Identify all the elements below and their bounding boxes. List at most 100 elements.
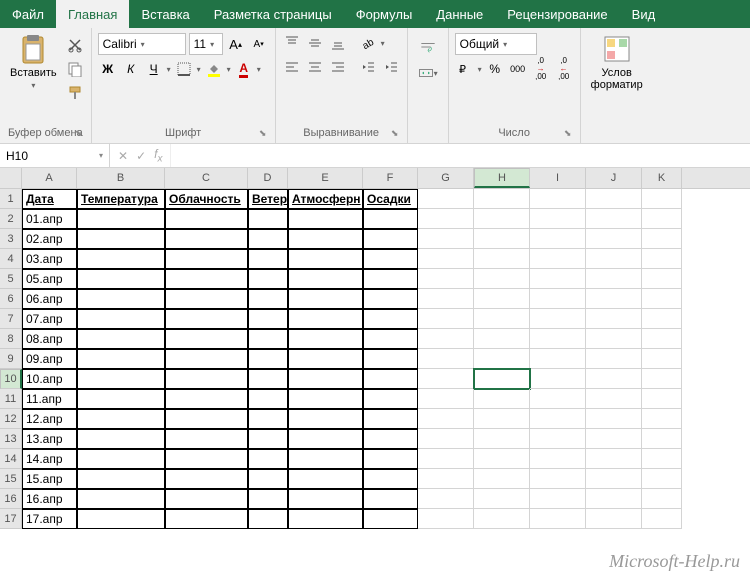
cell[interactable] (474, 409, 530, 429)
cell[interactable] (248, 409, 288, 429)
cell[interactable]: Ветер (248, 189, 288, 209)
cell[interactable] (363, 349, 418, 369)
decrease-indent-icon[interactable] (358, 57, 378, 77)
cell[interactable] (165, 429, 248, 449)
cell[interactable] (474, 209, 530, 229)
cell[interactable] (418, 269, 474, 289)
cell[interactable] (642, 289, 682, 309)
cell[interactable] (363, 209, 418, 229)
col-header[interactable]: A (22, 168, 77, 188)
cell[interactable] (248, 369, 288, 389)
cell[interactable]: Температура (77, 189, 165, 209)
col-header[interactable]: B (77, 168, 165, 188)
cell[interactable] (288, 489, 363, 509)
cell[interactable] (77, 489, 165, 509)
cell[interactable] (248, 309, 288, 329)
cell[interactable] (474, 509, 530, 529)
tab-view[interactable]: Вид (620, 0, 668, 28)
cell[interactable] (288, 509, 363, 529)
cell[interactable] (288, 269, 363, 289)
cell[interactable] (418, 469, 474, 489)
cell[interactable] (642, 449, 682, 469)
cell[interactable]: 14.апр (22, 449, 77, 469)
cell[interactable] (77, 269, 165, 289)
cell[interactable] (165, 389, 248, 409)
cell[interactable] (165, 449, 248, 469)
cell[interactable] (642, 249, 682, 269)
cell[interactable] (288, 429, 363, 449)
cell[interactable]: 12.апр (22, 409, 77, 429)
cell[interactable] (165, 509, 248, 529)
cell[interactable] (165, 409, 248, 429)
cell[interactable] (530, 309, 586, 329)
cell[interactable] (363, 369, 418, 389)
cell[interactable] (586, 289, 642, 309)
align-bottom-icon[interactable] (328, 33, 348, 53)
cell[interactable] (165, 349, 248, 369)
font-size-select[interactable]: 11▾ (189, 33, 223, 55)
col-header[interactable]: C (165, 168, 248, 188)
cell[interactable] (288, 369, 363, 389)
increase-font-icon[interactable]: A▴ (226, 34, 246, 54)
cell[interactable] (165, 269, 248, 289)
bold-button[interactable]: Ж (98, 59, 118, 79)
merge-cells-icon[interactable]: ▾ (414, 63, 442, 83)
decrease-font-icon[interactable]: A▾ (249, 34, 269, 54)
row-header[interactable]: 6 (0, 289, 22, 309)
cell[interactable] (586, 189, 642, 209)
cell[interactable] (642, 429, 682, 449)
col-header[interactable]: K (642, 168, 682, 188)
cell[interactable] (288, 409, 363, 429)
cell[interactable] (530, 489, 586, 509)
cell[interactable] (165, 329, 248, 349)
cell[interactable] (642, 469, 682, 489)
cell[interactable]: 16.апр (22, 489, 77, 509)
cell[interactable] (165, 249, 248, 269)
cell[interactable] (165, 369, 248, 389)
cell[interactable] (474, 329, 530, 349)
cell[interactable] (418, 409, 474, 429)
cell[interactable] (586, 489, 642, 509)
cell[interactable] (288, 389, 363, 409)
cell[interactable] (586, 409, 642, 429)
cell[interactable] (77, 469, 165, 489)
align-right-icon[interactable] (328, 57, 348, 77)
cell[interactable] (248, 329, 288, 349)
cell[interactable] (642, 269, 682, 289)
cell[interactable] (586, 249, 642, 269)
cell[interactable]: 13.апр (22, 429, 77, 449)
cell[interactable] (586, 229, 642, 249)
conditional-formatting-button[interactable]: Условформатир (587, 31, 647, 93)
cell[interactable] (77, 229, 165, 249)
select-all-corner[interactable] (0, 168, 22, 188)
underline-button[interactable]: Ч (144, 59, 164, 79)
cell[interactable] (77, 389, 165, 409)
row-header[interactable]: 4 (0, 249, 22, 269)
format-painter-icon[interactable] (65, 83, 85, 103)
cell[interactable] (248, 489, 288, 509)
cell[interactable] (288, 309, 363, 329)
cell[interactable] (586, 449, 642, 469)
font-color-icon[interactable]: A (234, 59, 254, 79)
cell[interactable]: Дата (22, 189, 77, 209)
cell[interactable]: 15.апр (22, 469, 77, 489)
paste-button[interactable]: Вставить ▾ (6, 31, 61, 92)
cell[interactable] (77, 249, 165, 269)
row-header[interactable]: 15 (0, 469, 22, 489)
cell[interactable] (586, 389, 642, 409)
align-top-icon[interactable] (282, 33, 302, 53)
cell[interactable] (418, 249, 474, 269)
cell[interactable] (363, 449, 418, 469)
cell[interactable] (474, 489, 530, 509)
cell[interactable] (642, 189, 682, 209)
cell[interactable] (530, 409, 586, 429)
formula-input[interactable] (171, 144, 750, 167)
launcher-icon[interactable]: ⬊ (389, 128, 401, 140)
row-header[interactable]: 13 (0, 429, 22, 449)
cell[interactable]: 11.апр (22, 389, 77, 409)
cell[interactable] (77, 369, 165, 389)
row-header[interactable]: 17 (0, 509, 22, 529)
cell[interactable] (77, 409, 165, 429)
cell[interactable] (474, 389, 530, 409)
cell[interactable] (530, 389, 586, 409)
